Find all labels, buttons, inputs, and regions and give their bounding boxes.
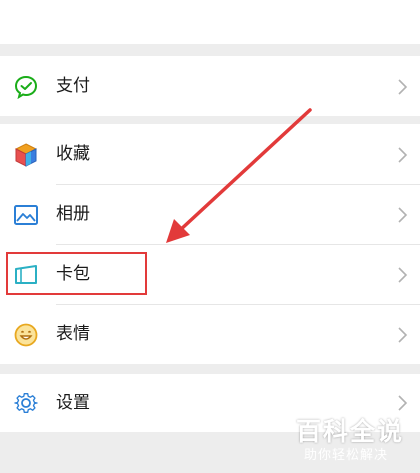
highlight-box (6, 252, 147, 295)
menu-item-label: 设置 (56, 393, 90, 413)
menu-item-pay[interactable]: 支付 (0, 56, 420, 116)
settings-gear-icon (14, 392, 38, 414)
main-section: 收藏 相册 卡包 表情 (0, 124, 420, 364)
menu-item-album[interactable]: 相册 (0, 184, 420, 244)
menu-item-label: 收藏 (56, 144, 90, 164)
album-picture-icon (14, 205, 38, 225)
top-section (0, 0, 420, 44)
smiley-face-icon (14, 323, 38, 347)
menu-item-favorites[interactable]: 收藏 (0, 124, 420, 184)
menu-item-label: 支付 (56, 76, 90, 96)
chevron-right-icon (398, 327, 408, 343)
partial-profile-icon (56, 0, 86, 4)
pay-section: 支付 (0, 56, 420, 116)
wechat-pay-icon (14, 75, 38, 100)
menu-item-label: 相册 (56, 204, 90, 224)
favorites-cube-icon (14, 143, 38, 167)
chevron-right-icon (398, 267, 408, 283)
chevron-right-icon (398, 147, 408, 163)
menu-item-stickers[interactable]: 表情 (0, 304, 420, 364)
watermark-slogan: 助你轻松解决 (304, 448, 389, 463)
chevron-right-icon (398, 395, 408, 411)
chevron-right-icon (398, 79, 408, 95)
watermark-brand: 百科全说 (296, 417, 405, 446)
menu-item-label: 表情 (56, 324, 90, 344)
chevron-right-icon (398, 207, 408, 223)
